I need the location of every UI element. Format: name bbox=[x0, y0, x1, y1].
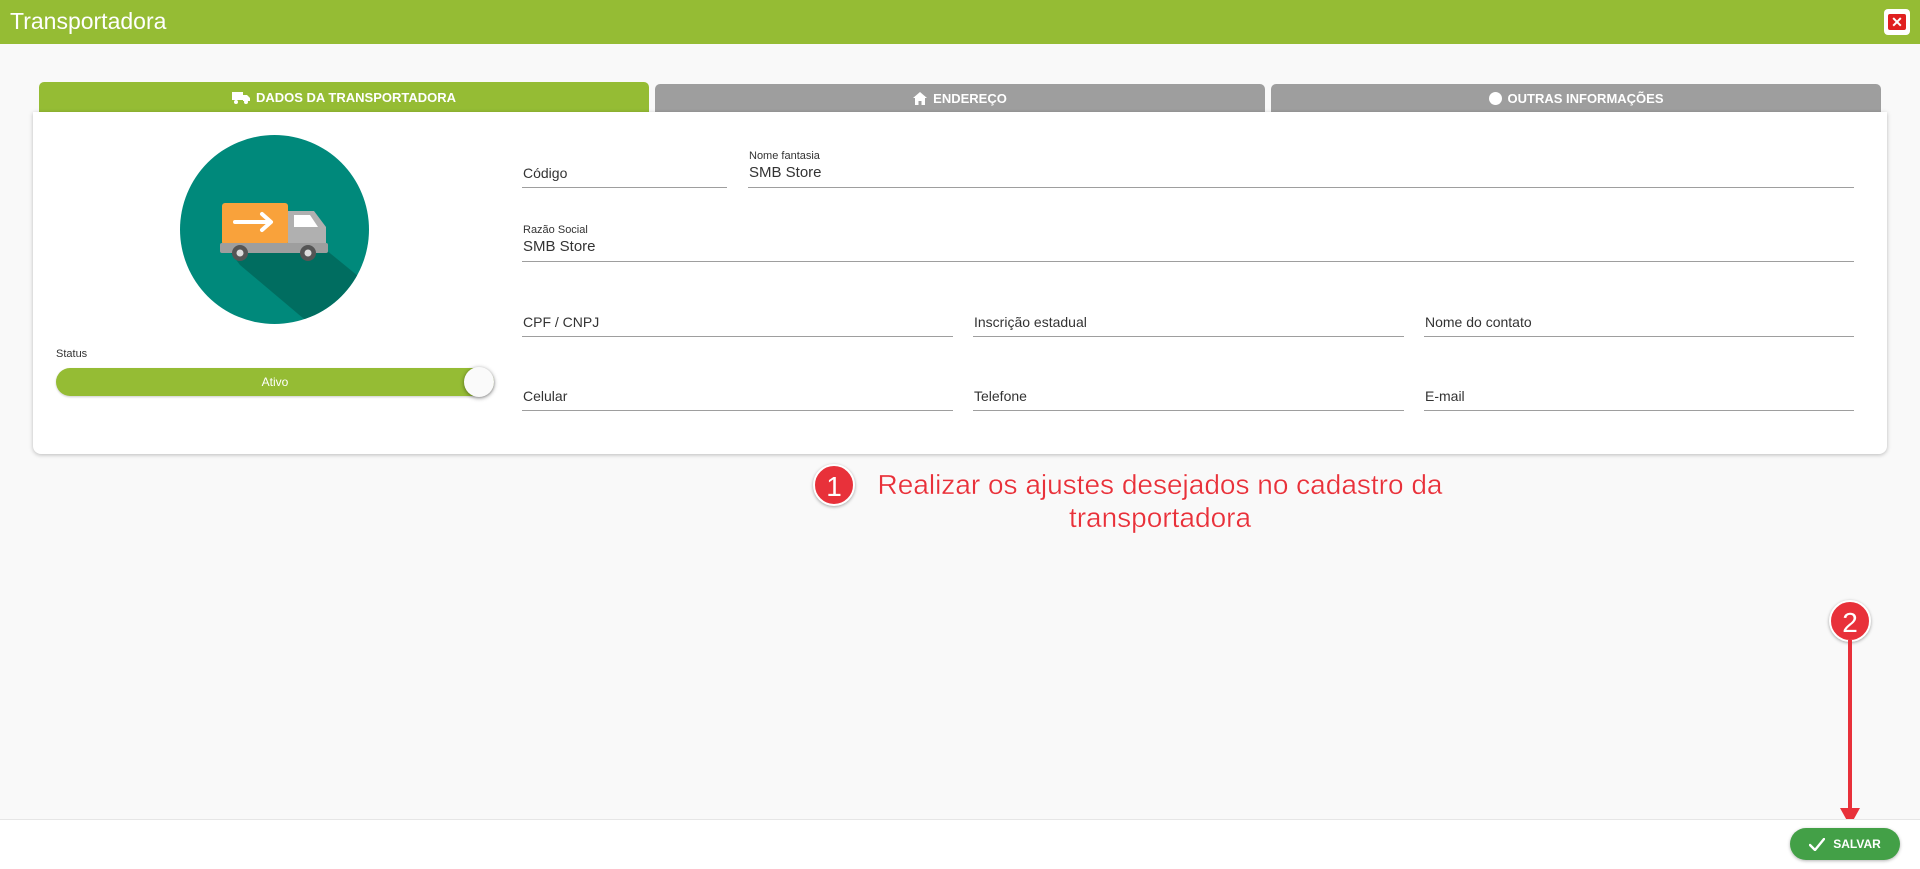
status-label: Status bbox=[56, 348, 88, 360]
nome-fantasia-field[interactable]: Nome fantasia SMB Store bbox=[748, 132, 1854, 188]
tab-label: DADOS DA TRANSPORTADORA bbox=[255, 89, 457, 105]
codigo-field[interactable]: Código bbox=[522, 132, 727, 188]
window-title: Transportadora bbox=[10, 8, 167, 34]
razao-social-field[interactable]: Razão Social SMB Store bbox=[522, 206, 1854, 262]
close-icon: ✕ bbox=[1888, 14, 1906, 30]
status-toggle-label: Ativo bbox=[261, 375, 289, 389]
tab-endereco[interactable]: ENDEREÇO bbox=[655, 84, 1265, 112]
nome-contato-label: Nome do contato bbox=[1425, 314, 1532, 330]
razao-social-value: SMB Store bbox=[523, 238, 596, 255]
tab-outras-informacoes[interactable]: OUTRAS INFORMAÇÕES bbox=[1271, 84, 1881, 112]
form-card: Status Ativo Código Nome fantasia SMB St… bbox=[33, 112, 1887, 454]
nome-fantasia-value: SMB Store bbox=[749, 164, 822, 181]
razao-social-label: Razão Social bbox=[523, 224, 588, 236]
tab-label: OUTRAS INFORMAÇÕES bbox=[1507, 90, 1664, 106]
step-1-text-line2: transportadora bbox=[1068, 502, 1252, 533]
email-field[interactable]: E-mail bbox=[1424, 355, 1854, 411]
toggle-knob bbox=[464, 367, 494, 397]
celular-field[interactable]: Celular bbox=[522, 355, 953, 411]
nome-contato-field[interactable]: Nome do contato bbox=[1424, 281, 1854, 337]
inscricao-estadual-label: Inscrição estadual bbox=[974, 314, 1087, 330]
save-label: SALVAR bbox=[1833, 837, 1881, 851]
delivery-truck-icon bbox=[220, 203, 369, 324]
inscricao-estadual-field[interactable]: Inscrição estadual bbox=[973, 281, 1404, 337]
telefone-label: Telefone bbox=[974, 388, 1027, 404]
footer-bar bbox=[0, 819, 1920, 869]
step-2-arrow bbox=[1840, 640, 1860, 826]
step-1-text-line1: Realizar os ajustes desejados no cadastr… bbox=[877, 469, 1443, 500]
tab-bar: DADOS DA TRANSPORTADORA ENDEREÇO OUTRAS … bbox=[39, 82, 1881, 112]
title-bar: Transportadora ✕ bbox=[0, 0, 1920, 44]
check-icon bbox=[1809, 837, 1826, 851]
tab-dados-transportadora[interactable]: DADOS DA TRANSPORTADORA bbox=[39, 82, 649, 112]
step-2-badge: 2 bbox=[1829, 600, 1871, 642]
nome-fantasia-label: Nome fantasia bbox=[749, 150, 820, 162]
cpf-cnpj-field[interactable]: CPF / CNPJ bbox=[522, 281, 953, 337]
step-1-text: Realizar os ajustes desejados no cadastr… bbox=[840, 468, 1480, 534]
codigo-label: Código bbox=[523, 165, 568, 181]
save-button[interactable]: SALVAR bbox=[1790, 828, 1900, 860]
celular-label: Celular bbox=[523, 388, 568, 404]
truck-icon bbox=[231, 91, 250, 104]
cpf-cnpj-label: CPF / CNPJ bbox=[523, 314, 600, 330]
tab-label: ENDEREÇO bbox=[933, 90, 1007, 106]
home-icon bbox=[913, 91, 928, 105]
email-label: E-mail bbox=[1425, 388, 1465, 404]
info-icon bbox=[1488, 91, 1502, 105]
close-button[interactable]: ✕ bbox=[1884, 9, 1910, 35]
telefone-field[interactable]: Telefone bbox=[973, 355, 1404, 411]
transportadora-avatar bbox=[180, 135, 369, 324]
status-toggle[interactable]: Ativo bbox=[56, 367, 494, 397]
